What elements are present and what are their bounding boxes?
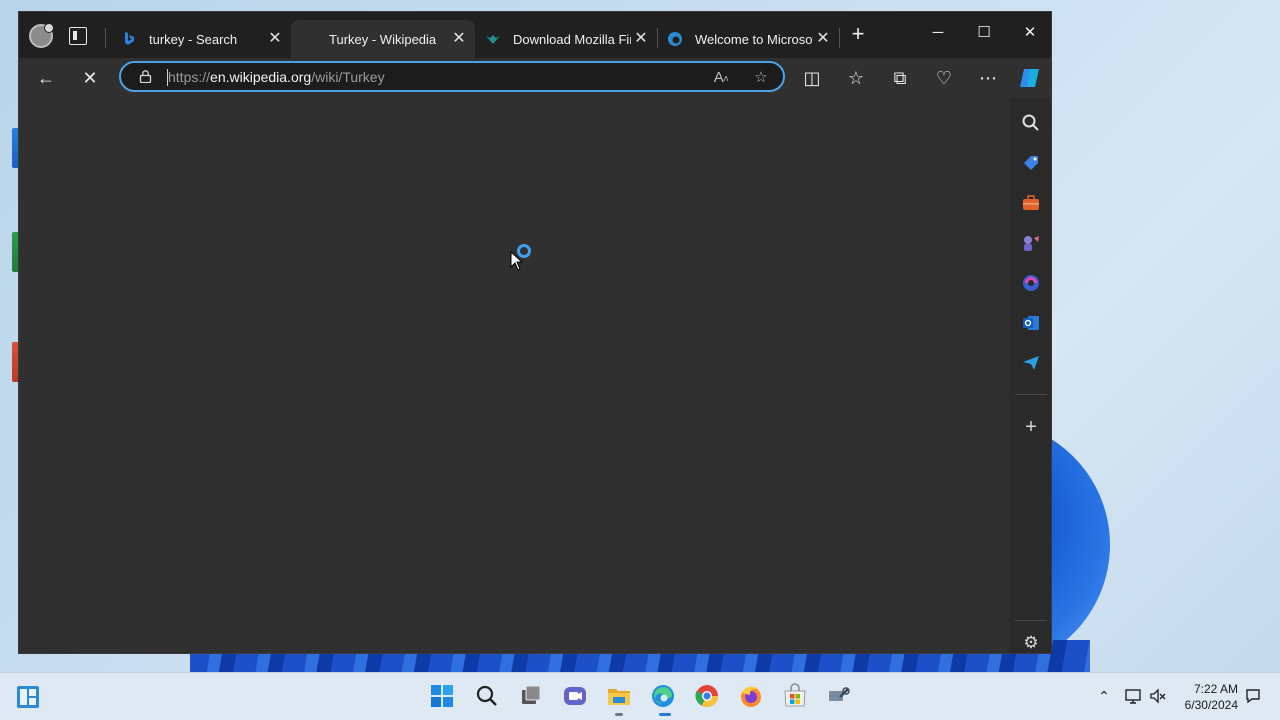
profile-avatar-icon[interactable] bbox=[29, 23, 54, 48]
read-aloud-icon[interactable]: Aʌ bbox=[711, 68, 731, 88]
loading-icon bbox=[301, 31, 317, 47]
collections-icon[interactable]: ⧉ bbox=[888, 66, 912, 90]
windows-start-icon[interactable] bbox=[429, 683, 455, 709]
teams-chat-icon[interactable] bbox=[562, 683, 588, 709]
show-hidden-icons-chevron-icon[interactable]: ⌃ bbox=[1095, 687, 1113, 705]
clock-time: 7:22 AM bbox=[1193, 682, 1238, 696]
close-window-button[interactable]: ✕ bbox=[1015, 22, 1045, 44]
search-icon[interactable] bbox=[1020, 112, 1042, 134]
minimize-button[interactable]: ─ bbox=[923, 22, 953, 44]
sidebar-settings-gear-icon[interactable]: ⚙ bbox=[1020, 632, 1042, 653]
task-view-icon[interactable] bbox=[518, 683, 544, 709]
system-clock[interactable]: 7:22 AM 6/30/2024 bbox=[1185, 681, 1238, 713]
firefox-icon[interactable] bbox=[738, 683, 764, 709]
microsoft-store-icon[interactable] bbox=[782, 683, 808, 709]
notifications-icon[interactable] bbox=[1244, 687, 1262, 705]
remote-tool-icon[interactable] bbox=[826, 683, 852, 709]
favorite-star-icon[interactable]: ☆ bbox=[751, 68, 771, 88]
tab-microsoft[interactable]: Welcome to Microsoft ✕ bbox=[657, 20, 839, 58]
edge-icon bbox=[668, 32, 682, 46]
tab-title: Turkey - Wikipedia bbox=[329, 31, 437, 47]
tab-title: Welcome to Microsoft bbox=[695, 31, 813, 47]
outlook-icon[interactable] bbox=[1020, 312, 1042, 334]
mouse-cursor-icon bbox=[510, 251, 524, 271]
file-explorer-icon[interactable] bbox=[606, 683, 632, 709]
taskbar: ⌃ 7:22 AM 6/30/2024 bbox=[0, 672, 1280, 720]
url-host: en.wikipedia.org bbox=[210, 69, 312, 85]
bing-icon bbox=[125, 32, 134, 45]
microsoft-365-icon[interactable] bbox=[1020, 272, 1042, 294]
address-bar[interactable]: https://en.wikipedia.org/wiki/Turkey Aʌ … bbox=[119, 61, 785, 92]
volume-muted-icon[interactable] bbox=[1149, 687, 1167, 705]
tab-title: Download Mozilla Fire bbox=[513, 31, 631, 47]
new-tab-button[interactable]: + bbox=[847, 23, 869, 46]
network-icon[interactable] bbox=[1124, 687, 1142, 705]
maximize-button[interactable]: ☐ bbox=[969, 22, 999, 44]
tools-icon[interactable] bbox=[1020, 192, 1042, 214]
close-tab-icon[interactable]: ✕ bbox=[449, 29, 469, 49]
shopping-tag-icon[interactable] bbox=[1020, 152, 1042, 174]
page-content bbox=[19, 98, 1009, 653]
tab-wikipedia[interactable]: Turkey - Wikipedia ✕ bbox=[291, 20, 475, 58]
drop-send-icon[interactable] bbox=[1020, 352, 1042, 374]
add-sidebar-app-icon[interactable]: + bbox=[1020, 416, 1042, 438]
edge-sidebar: + ⚙ bbox=[1009, 98, 1051, 653]
close-tab-icon[interactable]: ✕ bbox=[265, 29, 285, 49]
split-screen-icon[interactable]: ◫ bbox=[800, 66, 824, 90]
games-icon[interactable] bbox=[1020, 232, 1042, 254]
edge-browser-icon[interactable] bbox=[650, 683, 676, 709]
tab-search[interactable]: turkey - Search ✕ bbox=[111, 20, 291, 58]
navigation-toolbar: ← ✕ https://en.wikipedia.org/wiki/Turkey… bbox=[19, 58, 1051, 98]
tab-actions-icon[interactable] bbox=[69, 27, 87, 45]
favorites-icon[interactable]: ☆ bbox=[844, 66, 868, 90]
more-menu-icon[interactable]: ⋯ bbox=[976, 66, 1000, 90]
url-path: /wiki/Turkey bbox=[311, 69, 385, 85]
back-button[interactable]: ← bbox=[34, 66, 58, 90]
lock-icon[interactable] bbox=[139, 70, 152, 83]
clock-date: 6/30/2024 bbox=[1184, 698, 1238, 712]
close-tab-icon[interactable]: ✕ bbox=[631, 29, 651, 49]
close-tab-icon[interactable]: ✕ bbox=[813, 29, 833, 49]
chrome-icon[interactable] bbox=[694, 683, 720, 709]
tab-strip: turkey - Search ✕ Turkey - Wikipedia ✕ D… bbox=[19, 12, 1051, 58]
browser-window: turkey - Search ✕ Turkey - Wikipedia ✕ D… bbox=[18, 11, 1052, 654]
search-icon[interactable] bbox=[474, 683, 500, 709]
tab-mozilla[interactable]: Download Mozilla Fire ✕ bbox=[475, 20, 657, 58]
browser-essentials-icon[interactable]: ♡ bbox=[932, 66, 956, 90]
url-scheme: https:// bbox=[168, 69, 211, 85]
url-text[interactable]: https://en.wikipedia.org/wiki/Turkey bbox=[168, 69, 385, 85]
task-view-widget-icon[interactable] bbox=[16, 685, 40, 709]
stop-loading-button[interactable]: ✕ bbox=[78, 66, 102, 90]
copilot-icon[interactable] bbox=[1018, 66, 1042, 90]
mozilla-icon bbox=[486, 35, 500, 44]
tab-title: turkey - Search bbox=[149, 31, 238, 47]
